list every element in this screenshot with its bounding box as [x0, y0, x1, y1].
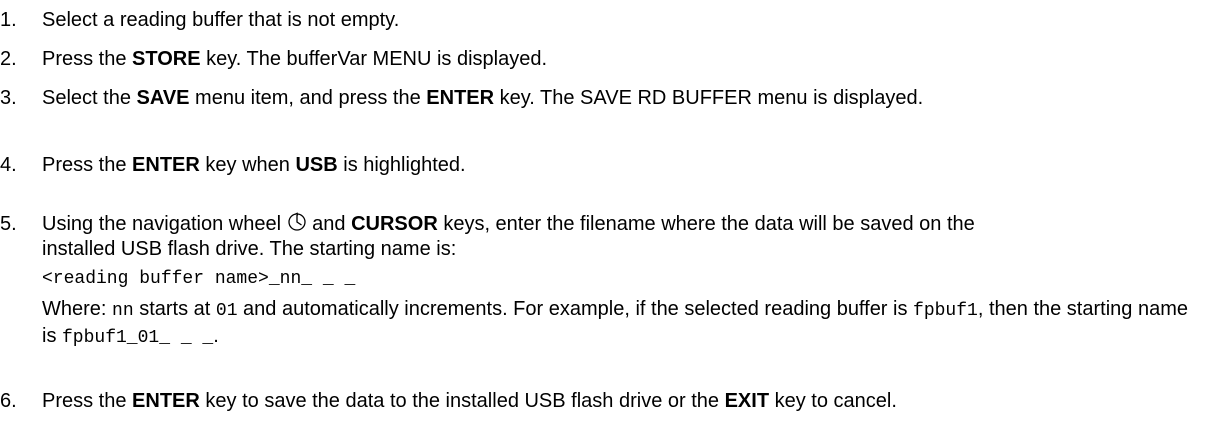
step-number: 3.: [0, 87, 17, 109]
key-name: ENTER: [426, 87, 495, 109]
step-text: Press the ENTER key when USB is highligh…: [42, 154, 466, 176]
navigation-wheel-icon: [287, 212, 306, 231]
key-name: ENTER: [132, 154, 200, 176]
key-name: CURSOR: [351, 213, 438, 235]
filename-explanation: Where: nn starts at 01 and automatically…: [42, 298, 1188, 348]
step-text: Press the ENTER key to save the data to …: [42, 390, 897, 412]
key-name: EXIT: [724, 390, 770, 412]
step-6: 6. Press the ENTER key to save the data …: [0, 389, 1205, 414]
instruction-list: 1. Select a reading buffer that is not e…: [0, 0, 1211, 425]
step-2: 2. Press the STORE key. The bufferVar ME…: [0, 47, 1205, 72]
menu-item-name: SAVE: [136, 87, 190, 109]
option-name: USB: [295, 154, 338, 176]
step-3: 3. Select the SAVE menu item, and press …: [0, 86, 1205, 111]
step-1: 1. Select a reading buffer that is not e…: [0, 8, 1205, 33]
step-text: Using the navigation wheel and CURSOR ke…: [42, 212, 975, 260]
key-name: STORE: [132, 48, 201, 70]
step-number: 5.: [0, 213, 17, 235]
step-number: 1.: [0, 9, 17, 31]
key-name: ENTER: [132, 390, 200, 412]
step-4: 4. Press the ENTER key when USB is highl…: [0, 153, 1205, 178]
step-text: Select the SAVE menu item, and press the…: [42, 87, 924, 109]
step-text: Select a reading buffer that is not empt…: [42, 9, 400, 31]
step-5: 5. Using the navigation wheel and CURSOR…: [0, 212, 1205, 351]
step-number: 6.: [0, 390, 17, 412]
step-text: Press the STORE key. The bufferVar MENU …: [42, 48, 548, 70]
step-number: 2.: [0, 48, 17, 70]
step-number: 4.: [0, 154, 17, 176]
filename-format: <reading buffer name>_nn_ _ _: [42, 269, 356, 289]
